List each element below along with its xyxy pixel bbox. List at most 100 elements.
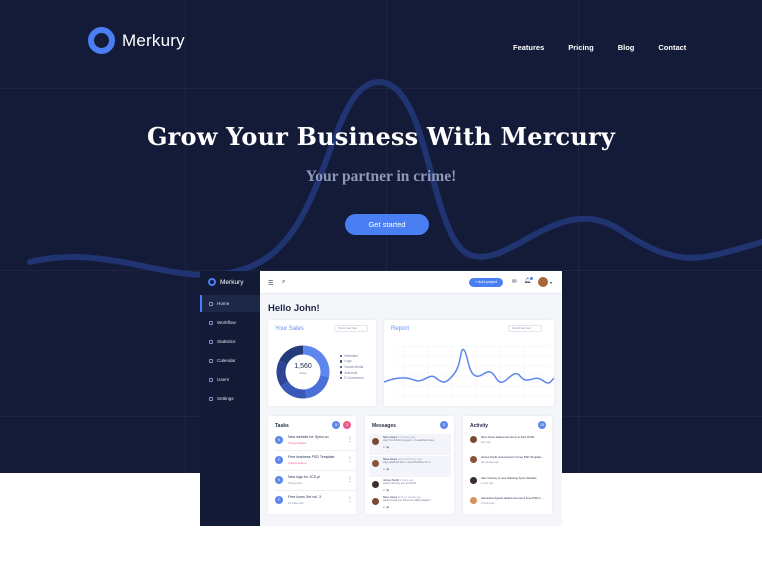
message-text: Hello! Could you bring me coffee please? (383, 499, 431, 502)
task-meta: 5 days delays (288, 461, 307, 465)
hero-headline: Grow Your Business With Mercury (146, 122, 615, 151)
avatar (372, 438, 379, 445)
activity-time: 1 hour ago (481, 482, 494, 485)
nav-features[interactable]: Features (513, 43, 544, 52)
report-line-chart (384, 345, 554, 397)
brand[interactable]: Merkury (88, 27, 185, 54)
activity-time: 40 minutes ago (481, 461, 499, 464)
task-item[interactable]: N New website for Symu.co 5 days delays ⋮ (275, 433, 356, 453)
mail-icon[interactable]: ✉ (512, 279, 517, 285)
sales-title: Your Sales (275, 326, 304, 332)
task-avatar: N (275, 436, 283, 444)
messages-card: Messages 2 Nina Jones 5 minutes ago Hey! … (365, 416, 454, 514)
bell-icon[interactable]: 🔔︎ (524, 277, 533, 284)
sidebar-item-label: Workflow (217, 320, 236, 325)
legend-item: E-Commerce (340, 375, 364, 381)
task-meta: 10 days left (288, 501, 304, 505)
avatar (470, 497, 477, 504)
donut-slice-social-media (280, 381, 307, 399)
sidebar-item-users[interactable]: Users (200, 371, 260, 388)
menu-icon[interactable]: ☰ (268, 280, 273, 287)
message-item[interactable]: Nina Jones 5 minutes ago Hey! You'll find… (369, 434, 451, 455)
messages-count-badge: 2 (440, 421, 448, 429)
message-item[interactable]: Nina Jones about 2 weeks ago Hello! Could… (369, 494, 451, 515)
more-icon[interactable]: ⋮ (347, 496, 353, 503)
sales-total: 1,560 (294, 363, 312, 370)
avatar (372, 460, 379, 467)
avatar (372, 481, 379, 488)
dashboard-brand-name: Merkury (220, 278, 244, 286)
tasks-card: Tasks 5 2 N New website for Symu.co 5 days… (268, 416, 356, 514)
search-icon[interactable]: ⌕ (282, 279, 285, 286)
ring-logo-icon (208, 278, 216, 286)
activity-item[interactable]: James Smith commented on Free PSD Templa… (468, 454, 552, 474)
chart-icon (209, 339, 213, 344)
sidebar-item-home[interactable]: Home (200, 295, 260, 312)
calendar-icon (209, 358, 213, 363)
more-icon[interactable]: ⋮ (347, 456, 353, 463)
ring-logo-icon (88, 27, 115, 54)
report-card: Report Period: last Year (384, 320, 554, 406)
sales-card: Your Sales Period: last Year 1,560 Sales… (268, 320, 376, 406)
reply-icon[interactable]: ↩ ◉ (383, 445, 389, 449)
report-period-select[interactable]: Period: last Year (508, 325, 542, 332)
avatar (470, 436, 477, 443)
sales-period-select[interactable]: Period: last Year (334, 325, 368, 332)
sidebar-item-calendar[interactable]: Calendar (200, 352, 260, 369)
sidebar-item-label: Users (217, 377, 229, 382)
get-started-button[interactable]: Get started (345, 214, 429, 235)
dashboard-main: ☰ ⌕ + Add project ✉ 🔔︎ ▾ Hello John! You… (260, 271, 562, 526)
sidebar-item-label: Calendar (217, 358, 236, 363)
task-item[interactable]: N New logo for JCD.pl 5 days left ⋮ (275, 473, 356, 493)
donut-slice-logo (304, 374, 330, 399)
sales-legend: Websites Logo Social Media Adwords E-Com… (340, 353, 364, 381)
sidebar-item-statistics[interactable]: Statistics (200, 333, 260, 350)
task-title: New website for Symu.co (288, 435, 329, 439)
task-item[interactable]: F Free Icons Set vol. 3 10 days left ⋮ (275, 493, 355, 513)
message-text: Hey! attached here a new PSD files for 1… (383, 461, 433, 464)
tasks-title: Tasks (275, 423, 289, 429)
tasks-overdue-badge: 2 (343, 421, 351, 429)
activity-item[interactable]: Nina Jones added new items to Fast HTML j… (468, 434, 552, 454)
task-avatar: N (275, 476, 283, 484)
add-project-button[interactable]: + Add project (469, 278, 503, 287)
main-nav: Features Pricing Blog Contact (513, 43, 710, 52)
activity-item[interactable]: Alexandra Spears added new items Free PS… (468, 495, 552, 515)
hero-subheadline: Your partner in crime! (305, 168, 457, 185)
dashboard-topbar: ☰ ⌕ + Add project ✉ 🔔︎ ▾ (260, 271, 562, 294)
task-item[interactable]: F Free business PSD Template 5 days delays… (275, 453, 356, 473)
reply-icon[interactable]: ↩ ◉ (383, 467, 389, 471)
more-icon[interactable]: ⋮ (347, 476, 353, 483)
activity-card: Activity 10 Nina Jones added new items t… (463, 416, 552, 514)
message-item[interactable]: Nina Jones about 20 hours ago Hey! attach… (369, 456, 451, 477)
sidebar-item-label: Statistics (217, 339, 236, 344)
reply-icon[interactable]: ↩ ◉ (383, 505, 389, 509)
sidebar-item-label: Home (217, 301, 230, 306)
sidebar-item-workflow[interactable]: Workflow (200, 314, 260, 331)
reply-icon[interactable]: ↩ ◉ (383, 488, 389, 492)
nav-contact[interactable]: Contact (658, 43, 686, 52)
sidebar-item-settings[interactable]: Settings (200, 390, 260, 407)
activity-text: James Smith commented on Free PSD Templa… (481, 455, 542, 459)
activity-text: Alex Clooney is now following Symu Websi… (481, 476, 537, 480)
more-icon[interactable]: ⋮ (347, 436, 353, 443)
task-avatar: F (275, 496, 283, 504)
activity-text: Alexandra Spears added new items Free PS… (481, 496, 543, 500)
sidebar-item-label: Settings (217, 396, 234, 401)
nav-blog[interactable]: Blog (618, 43, 635, 52)
dashboard-preview: Merkury Home Workflow Statistics Calenda… (200, 271, 562, 526)
chevron-down-icon[interactable]: ▾ (550, 280, 552, 285)
message-text: Good morning, you are fired! (383, 482, 417, 485)
task-meta: 5 days delays (288, 441, 307, 445)
avatar (372, 498, 379, 505)
report-title: Report (391, 326, 410, 332)
users-icon (209, 377, 213, 382)
nav-pricing[interactable]: Pricing (568, 43, 593, 52)
task-title: New logo for JCD.pl (288, 475, 320, 479)
avatar (470, 456, 477, 463)
home-icon (209, 301, 213, 306)
activity-item[interactable]: Alex Clooney is now following Symu Websi… (468, 475, 552, 495)
notification-dot (529, 277, 533, 280)
avatar[interactable] (538, 277, 548, 287)
avatar (470, 477, 477, 484)
